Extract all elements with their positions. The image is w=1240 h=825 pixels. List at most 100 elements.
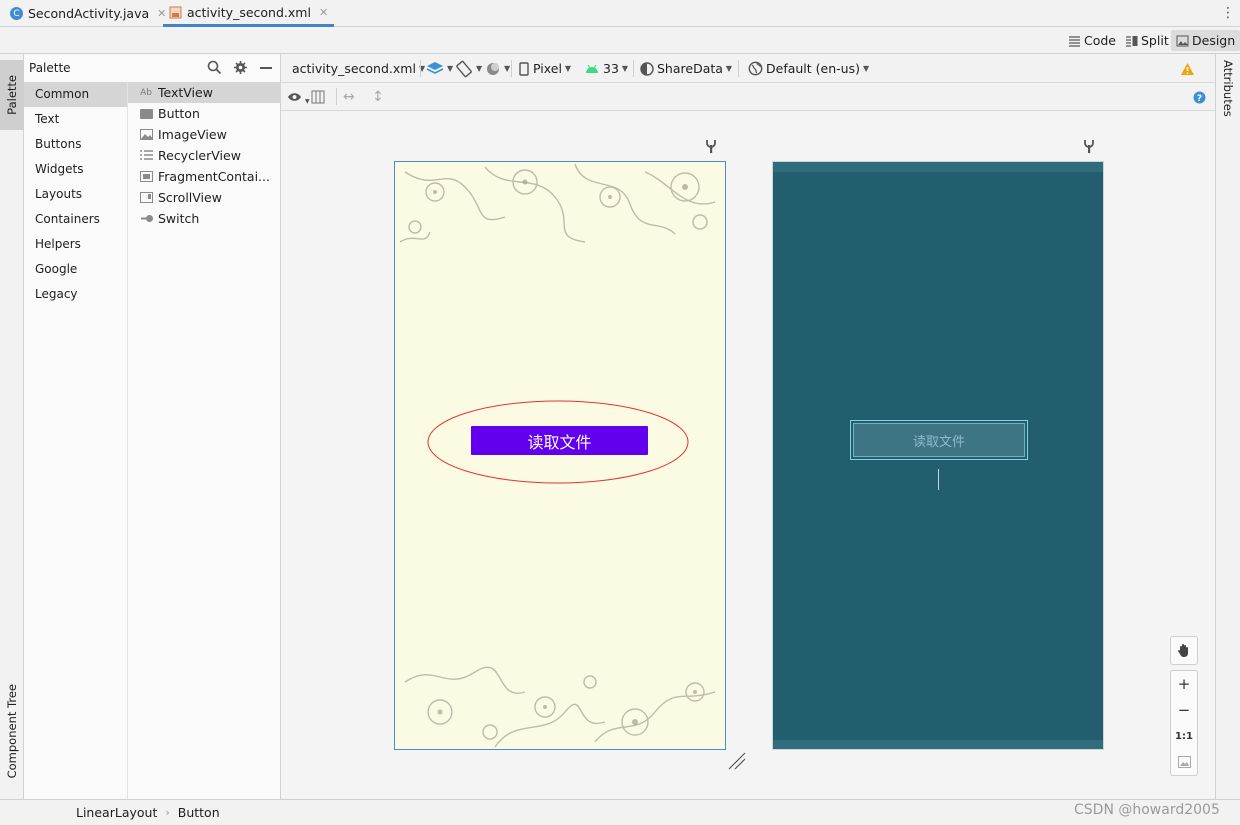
split-label: Split bbox=[1141, 33, 1169, 48]
palette-item-imageview[interactable]: ImageView bbox=[128, 124, 281, 145]
chevron-down-icon: ▼ bbox=[621, 64, 629, 73]
category-containers[interactable]: Containers bbox=[24, 207, 127, 232]
view-mode-bar: Code Split Design bbox=[0, 27, 1240, 54]
tab-second-activity-java[interactable]: C SecondActivity.java ✕ bbox=[4, 0, 172, 27]
help-button[interactable]: ? bbox=[1193, 83, 1206, 111]
design-label: Design bbox=[1192, 33, 1236, 48]
theme-label: ShareData bbox=[657, 61, 723, 76]
code-label: Code bbox=[1084, 33, 1117, 48]
layout-columns-button[interactable] bbox=[311, 83, 325, 111]
night-mode-icon bbox=[487, 62, 499, 75]
zoom-to-fit-button[interactable] bbox=[1171, 749, 1197, 775]
horizontal-resize-icon: ↔ bbox=[343, 89, 355, 105]
category-google[interactable]: Google bbox=[24, 257, 127, 282]
chevron-down-icon: ▼ bbox=[862, 64, 870, 73]
split-mode-button[interactable]: Split bbox=[1120, 30, 1174, 51]
phone-icon bbox=[519, 61, 529, 76]
wrench-icon[interactable] bbox=[705, 139, 717, 153]
vertical-resize-icon: ↕ bbox=[372, 89, 384, 105]
blueprint-read-file-button[interactable]: 读取文件 bbox=[850, 420, 1028, 460]
category-legacy[interactable]: Legacy bbox=[24, 282, 127, 307]
blueprint-status-bar bbox=[773, 162, 1103, 172]
view-options-dropdown[interactable]: ▼ bbox=[287, 83, 310, 111]
attributes-tool-tab[interactable]: Attributes bbox=[1216, 60, 1240, 140]
night-mode-dropdown[interactable]: ▼ bbox=[485, 54, 510, 83]
palette-item-textview[interactable]: Ab TextView bbox=[128, 82, 281, 103]
resize-handle-icon[interactable] bbox=[727, 751, 747, 771]
design-toolbar-secondary: ▼ ↔ ↕ ? bbox=[281, 83, 1215, 111]
editor-tab-bar: C SecondActivity.java ✕ activity_second.… bbox=[0, 0, 1240, 27]
palette-item-recyclerview[interactable]: RecyclerView bbox=[128, 145, 281, 166]
category-common[interactable]: Common bbox=[24, 82, 127, 107]
watermark: CSDN @howard2005 bbox=[1074, 802, 1220, 818]
breadcrumb-item-button[interactable]: Button bbox=[178, 805, 220, 820]
palette-tool-tab[interactable]: Palette bbox=[0, 60, 24, 130]
blueprint-cursor-line bbox=[938, 469, 939, 490]
code-mode-button[interactable]: Code bbox=[1063, 30, 1121, 51]
tab-label: SecondActivity.java bbox=[28, 6, 150, 21]
warning-button[interactable] bbox=[1180, 54, 1195, 83]
zoom-out-button[interactable]: − bbox=[1171, 697, 1197, 723]
chevron-down-icon: ▼ bbox=[476, 64, 483, 73]
tab-activity-second-xml[interactable]: activity_second.xml ✕ bbox=[163, 0, 335, 27]
layers-icon bbox=[426, 61, 444, 74]
palette-item-label: RecyclerView bbox=[158, 148, 241, 163]
rotate-icon bbox=[456, 60, 472, 77]
fit-screen-icon bbox=[1177, 756, 1191, 768]
category-buttons[interactable]: Buttons bbox=[24, 132, 127, 157]
gear-icon[interactable] bbox=[233, 60, 248, 75]
fragment-icon bbox=[139, 171, 153, 183]
component-tree-label: Component Tree bbox=[5, 684, 19, 779]
more-options-icon[interactable]: ⋮ bbox=[1221, 5, 1235, 21]
locale-label: Default (en-us) bbox=[766, 61, 860, 76]
palette-item-button[interactable]: Button bbox=[128, 103, 281, 124]
design-preview[interactable]: 读取文件 bbox=[394, 161, 726, 750]
zoom-in-button[interactable]: + bbox=[1171, 671, 1197, 697]
breadcrumb-item-linearlayout[interactable]: LinearLayout bbox=[76, 805, 157, 820]
api-level-dropdown[interactable]: 33 ▼ bbox=[585, 54, 628, 83]
palette-item-fragmentcontainer[interactable]: FragmentContai... bbox=[128, 166, 281, 187]
theme-icon bbox=[640, 61, 654, 76]
pan-button[interactable] bbox=[1170, 636, 1198, 665]
java-class-icon: C bbox=[10, 7, 23, 20]
palette-items: Ab TextView Button ImageView RecyclerVie… bbox=[128, 82, 281, 229]
design-canvas[interactable]: 读取文件 读取文件 + − 1:1 bbox=[281, 111, 1215, 799]
search-icon[interactable] bbox=[207, 60, 222, 75]
button-icon bbox=[139, 108, 153, 120]
category-widgets[interactable]: Widgets bbox=[24, 157, 127, 182]
design-surface-dropdown[interactable]: ▼ bbox=[426, 54, 453, 83]
theme-dropdown[interactable]: ShareData ▼ bbox=[640, 54, 732, 83]
zoom-controls: + − 1:1 bbox=[1170, 670, 1198, 776]
design-mode-button[interactable]: Design bbox=[1171, 30, 1240, 51]
palette-header: Palette bbox=[24, 54, 281, 82]
component-tree-tool-tab[interactable]: Component Tree bbox=[0, 674, 24, 789]
locale-dropdown[interactable]: Default (en-us) ▼ bbox=[748, 54, 869, 83]
category-helpers[interactable]: Helpers bbox=[24, 232, 127, 257]
scrollview-icon bbox=[139, 192, 153, 204]
orientation-dropdown[interactable]: ▼ bbox=[455, 54, 482, 83]
svg-text:?: ? bbox=[1197, 94, 1202, 104]
category-layouts[interactable]: Layouts bbox=[24, 182, 127, 207]
help-icon: ? bbox=[1193, 91, 1206, 104]
palette-item-scrollview[interactable]: ScrollView bbox=[128, 187, 281, 208]
palette-tool-label: Palette bbox=[5, 75, 19, 115]
close-icon[interactable]: ✕ bbox=[319, 6, 328, 19]
minimize-icon[interactable] bbox=[260, 67, 272, 69]
hand-icon bbox=[1171, 637, 1197, 664]
wrench-icon[interactable] bbox=[1083, 139, 1095, 153]
breadcrumb-chevron-icon: › bbox=[165, 806, 170, 819]
palette-item-switch[interactable]: Switch bbox=[128, 208, 281, 229]
read-file-button[interactable]: 读取文件 bbox=[471, 426, 648, 455]
attributes-tool-label: Attributes bbox=[1221, 60, 1235, 117]
palette-item-label: Button bbox=[158, 106, 200, 121]
palette-item-label: ScrollView bbox=[158, 190, 222, 205]
zoom-actual-size-button[interactable]: 1:1 bbox=[1171, 723, 1197, 749]
blueprint-preview[interactable]: 读取文件 bbox=[772, 161, 1104, 750]
blueprint-button-label: 读取文件 bbox=[853, 423, 1025, 457]
textview-icon: Ab bbox=[140, 87, 152, 98]
category-text[interactable]: Text bbox=[24, 107, 127, 132]
file-selector-dropdown[interactable]: activity_second.xml ▼ bbox=[292, 54, 425, 83]
xml-layout-icon bbox=[169, 6, 182, 19]
device-dropdown[interactable]: Pixel ▼ bbox=[519, 54, 571, 83]
file-selector-label: activity_second.xml bbox=[292, 61, 416, 76]
